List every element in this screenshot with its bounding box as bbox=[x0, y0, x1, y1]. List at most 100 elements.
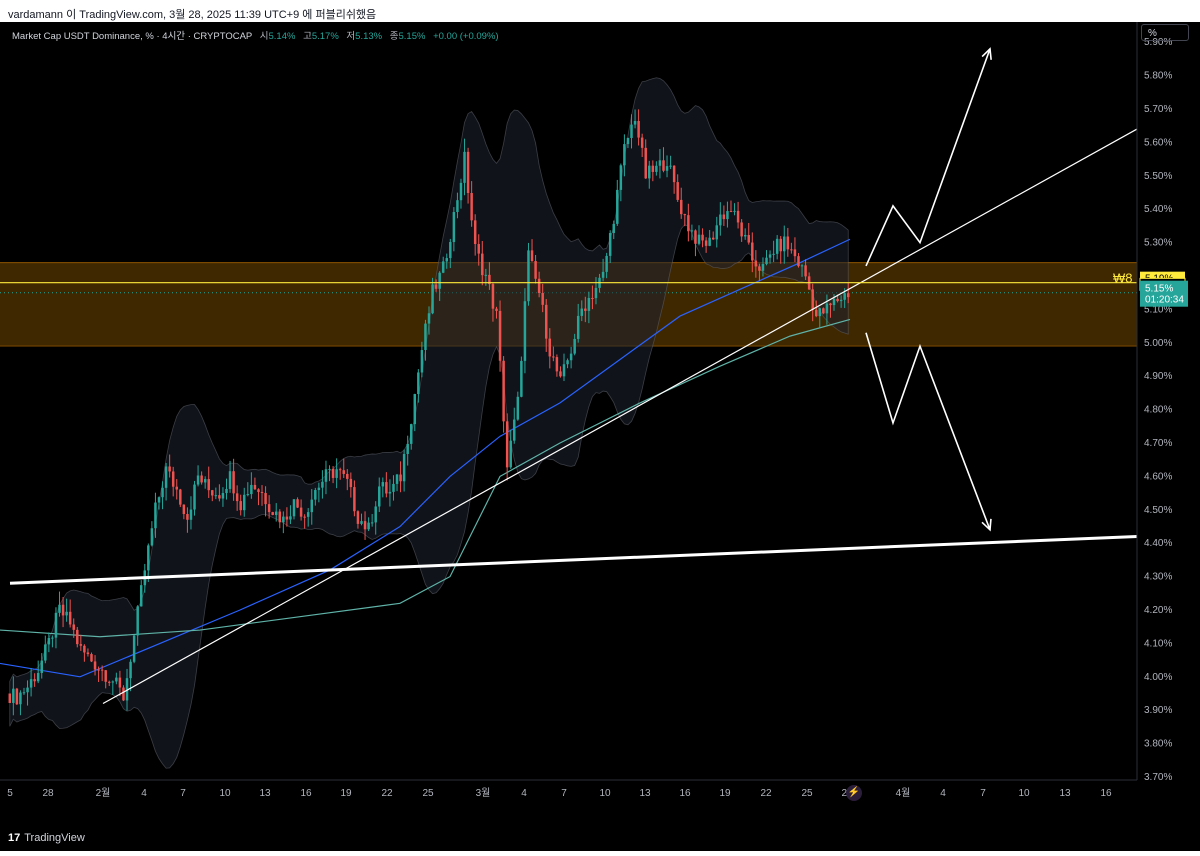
candle-body bbox=[374, 506, 377, 523]
candle-body bbox=[523, 301, 527, 361]
candle-body bbox=[495, 308, 498, 311]
candle-body bbox=[154, 502, 157, 529]
tradingview-logo[interactable]: 17 TradingView bbox=[8, 832, 85, 844]
candle-body bbox=[775, 238, 779, 254]
candle-body bbox=[846, 293, 850, 298]
candle-body bbox=[292, 499, 296, 517]
candle-body bbox=[431, 284, 434, 314]
candle-body bbox=[97, 669, 100, 671]
chart-area[interactable]: 3.70% 3.80% 3.90% 4.00% 4.10% 4.20% 4.30% 4.40%… bbox=[0, 22, 1200, 851]
candle-body bbox=[719, 214, 722, 226]
candle-body bbox=[278, 511, 282, 523]
candle-body bbox=[72, 624, 75, 630]
candle-body bbox=[552, 356, 555, 358]
open-value: 5.14% bbox=[268, 31, 296, 42]
candle-body bbox=[33, 679, 36, 682]
candle-body bbox=[509, 440, 512, 468]
candle-body bbox=[708, 237, 711, 246]
candle-body bbox=[822, 308, 825, 314]
candle-body bbox=[815, 309, 818, 317]
candle-body bbox=[250, 484, 253, 495]
candle-body bbox=[246, 494, 250, 496]
candle-body bbox=[207, 479, 210, 491]
candle-body bbox=[388, 491, 392, 494]
low-value: 5.13% bbox=[355, 31, 383, 42]
candle-body bbox=[260, 491, 264, 493]
high-value: 5.17% bbox=[311, 31, 339, 42]
candle-body bbox=[790, 249, 793, 251]
candle-body bbox=[424, 323, 427, 351]
candle-body bbox=[353, 487, 356, 512]
candle-body bbox=[399, 474, 402, 482]
candle-body bbox=[662, 160, 665, 171]
candle-body bbox=[239, 501, 242, 511]
candle-body bbox=[580, 308, 584, 316]
candle-body bbox=[161, 487, 164, 498]
publish-caption: vardamann 이 TradingView.com, 3월 28, 2025… bbox=[8, 9, 377, 21]
close-value: 5.15% bbox=[398, 31, 426, 42]
candle-body bbox=[370, 522, 374, 524]
candle-body bbox=[537, 278, 541, 294]
lightning-icon[interactable]: ⚡ bbox=[846, 785, 862, 801]
candle-body bbox=[612, 223, 615, 234]
percent-scale-button[interactable]: % bbox=[1141, 24, 1189, 41]
price-tick-label: 4.40% bbox=[1144, 538, 1172, 549]
candle-body bbox=[793, 249, 797, 257]
candle-body bbox=[694, 230, 697, 244]
candle-body bbox=[591, 298, 594, 300]
candle-body bbox=[342, 470, 345, 474]
time-tick-label: 16 bbox=[300, 788, 312, 799]
candle-body bbox=[378, 486, 381, 507]
candle-body bbox=[704, 240, 708, 246]
candle-body bbox=[306, 512, 310, 517]
price-chart[interactable]: 3.70% 3.80% 3.90% 4.00% 4.10% 4.20% 4.30% 4.40%… bbox=[0, 22, 1200, 851]
candle-body bbox=[47, 638, 51, 645]
time-tick-label: 28 bbox=[42, 788, 54, 799]
time-tick-label: 13 bbox=[259, 788, 271, 799]
candle-body bbox=[189, 509, 193, 520]
candle-body bbox=[8, 693, 12, 703]
candle-body bbox=[132, 635, 136, 662]
candle-body bbox=[527, 250, 530, 302]
candle-body bbox=[168, 466, 171, 472]
price-tick-label: 4.90% bbox=[1144, 371, 1172, 382]
candle-body bbox=[797, 256, 800, 267]
candle-body bbox=[619, 165, 623, 190]
candle-body bbox=[758, 266, 761, 271]
candle-body bbox=[594, 287, 598, 299]
candle-body bbox=[235, 493, 239, 502]
candle-body bbox=[150, 528, 154, 546]
time-tick-label: 25 bbox=[422, 788, 434, 799]
candle-body bbox=[825, 303, 829, 314]
candle-body bbox=[751, 242, 754, 261]
candle-body bbox=[22, 692, 26, 694]
open-label: 시 bbox=[259, 31, 269, 42]
candle-body bbox=[420, 350, 424, 373]
candle-body bbox=[715, 225, 719, 240]
candle-body bbox=[438, 272, 441, 289]
candle-body bbox=[427, 313, 431, 324]
candle-body bbox=[754, 260, 758, 267]
candle-body bbox=[772, 253, 775, 255]
time-tick-label: 19 bbox=[340, 788, 352, 799]
candle-body bbox=[175, 486, 178, 490]
candle-body bbox=[513, 419, 516, 441]
candle-body bbox=[481, 253, 484, 276]
time-tick-label: 4 bbox=[141, 788, 147, 799]
candle-body bbox=[626, 137, 630, 145]
time-tick-label: 13 bbox=[639, 788, 651, 799]
candle-body bbox=[108, 681, 111, 683]
candle-body bbox=[147, 545, 150, 571]
candle-body bbox=[392, 483, 395, 492]
candle-body bbox=[441, 261, 445, 273]
tradingview-mark-icon: 17 bbox=[8, 832, 21, 844]
candle-body bbox=[669, 165, 672, 167]
price-badge-countdown: 01:20:34 bbox=[1145, 295, 1184, 306]
candle-body bbox=[658, 160, 662, 166]
candle-body bbox=[449, 242, 452, 259]
candle-body bbox=[51, 637, 54, 639]
candle-body bbox=[328, 468, 331, 470]
candle-body bbox=[193, 484, 196, 510]
price-tick-label: 4.30% bbox=[1144, 572, 1172, 583]
candle-body bbox=[726, 211, 729, 220]
